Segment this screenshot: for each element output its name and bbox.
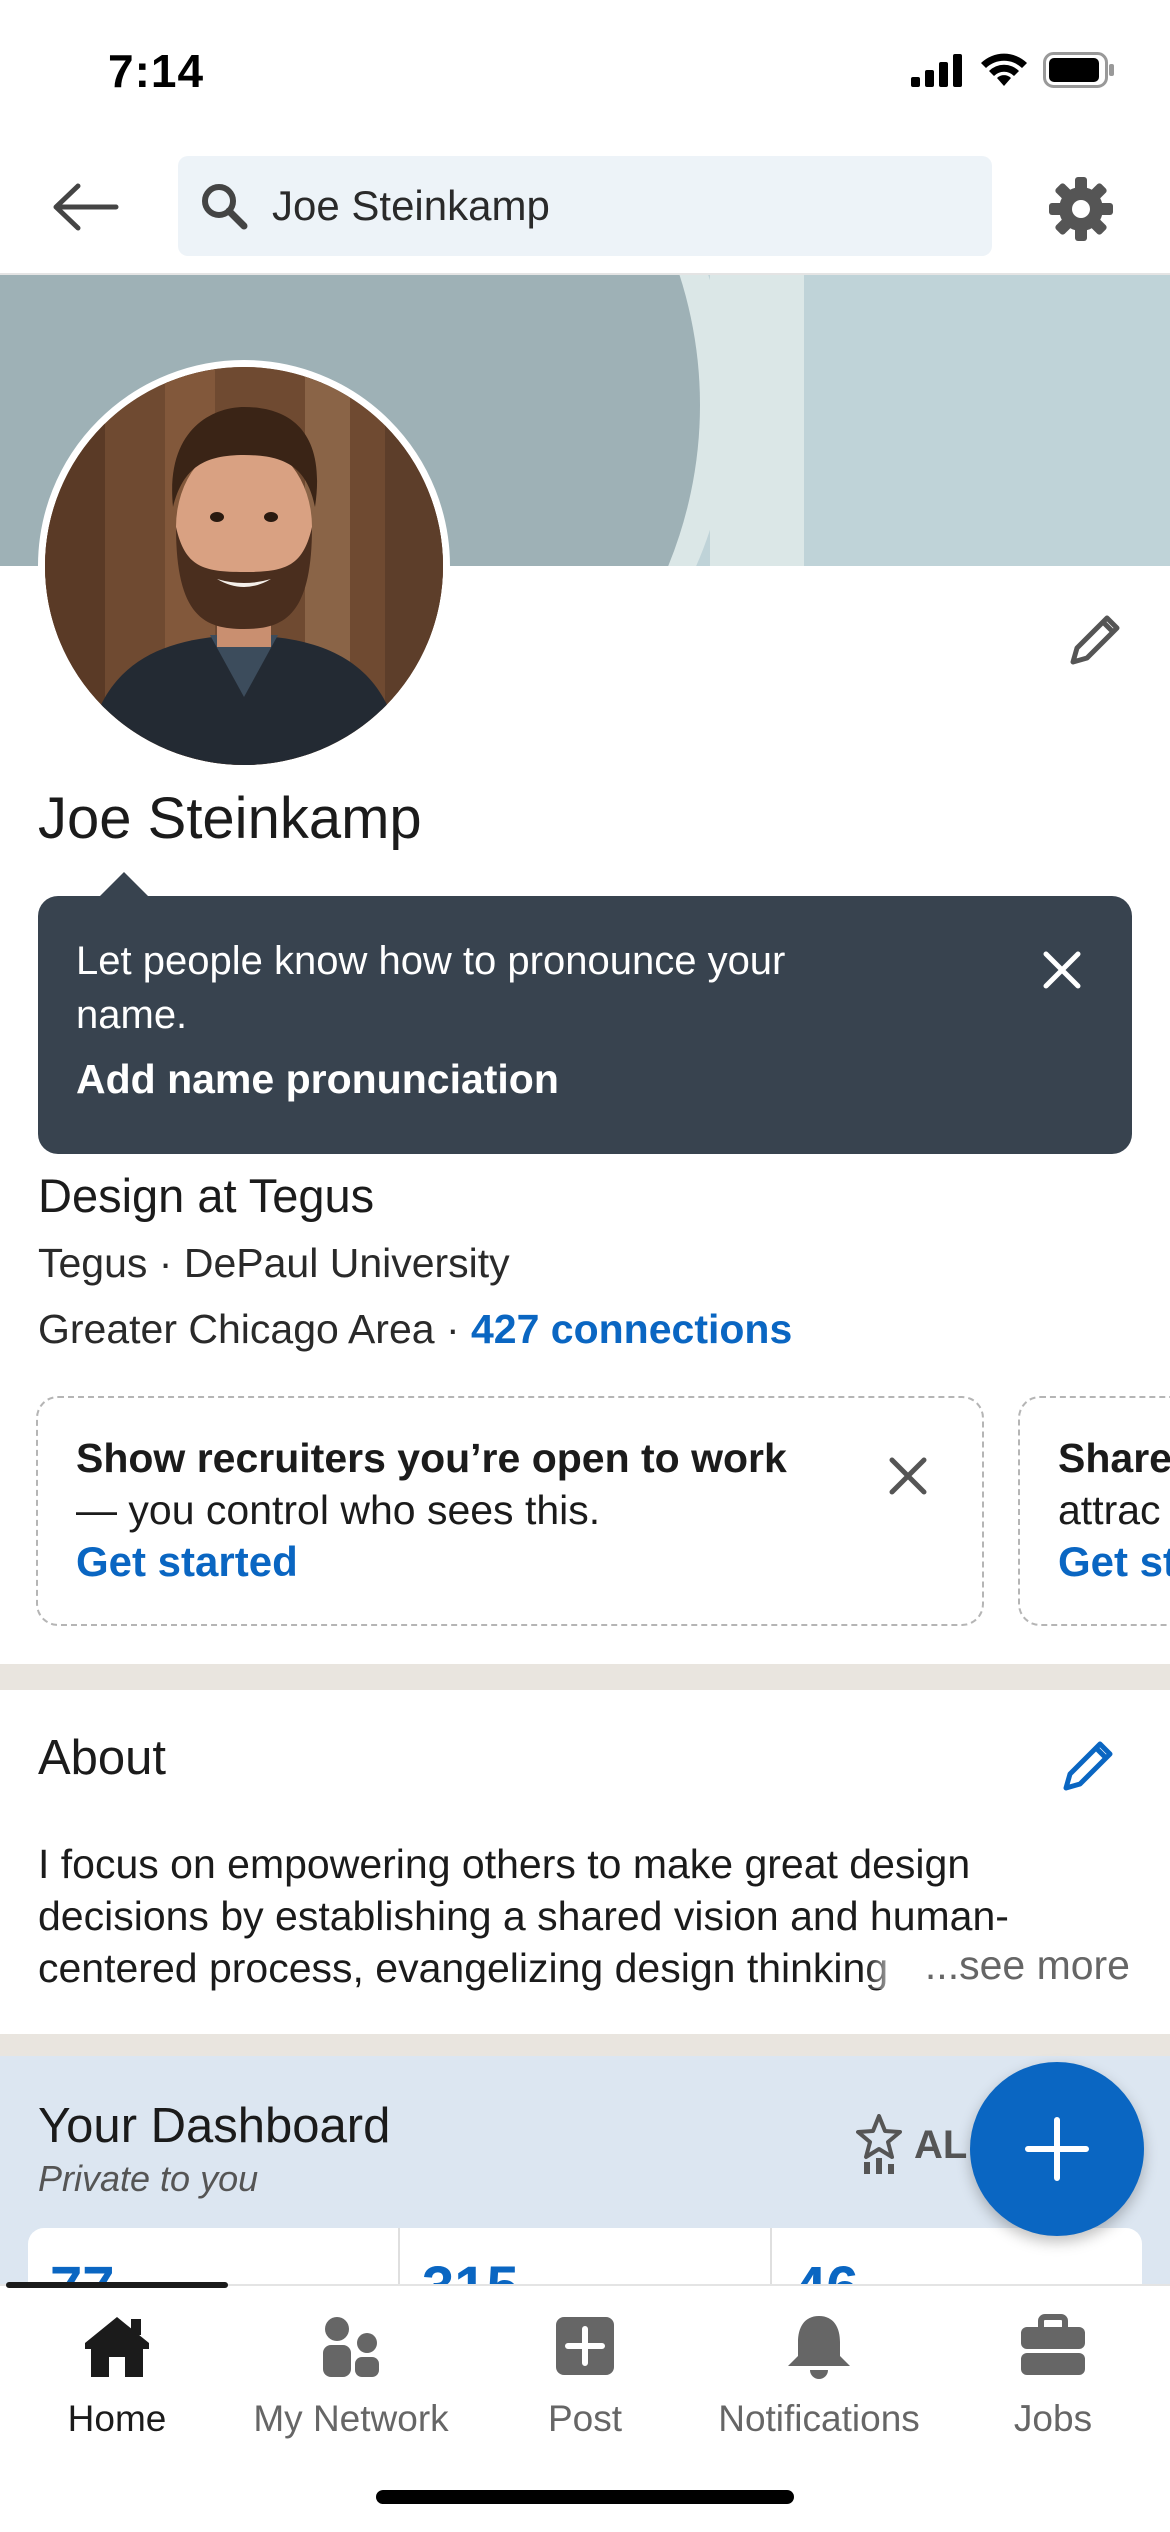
open-to-work-title: Show recruiters you’re open to work bbox=[76, 1435, 787, 1481]
bell-icon bbox=[779, 2306, 859, 2386]
arrow-left-icon bbox=[53, 183, 119, 231]
profile-location-line: Greater Chicago Area · 427 connections bbox=[38, 1306, 792, 1353]
status-icons bbox=[911, 52, 1115, 88]
status-bar: 7:14 bbox=[0, 0, 1170, 150]
settings-button[interactable] bbox=[1040, 168, 1122, 250]
dashboard-subtitle: Private to you bbox=[38, 2158, 259, 2199]
pencil-icon bbox=[1070, 615, 1120, 665]
avatar[interactable] bbox=[38, 360, 450, 772]
back-button[interactable] bbox=[40, 172, 130, 242]
plus-icon bbox=[1025, 2117, 1089, 2181]
home-icon bbox=[77, 2306, 157, 2386]
tab-post[interactable]: Post bbox=[468, 2296, 702, 2446]
search-icon bbox=[194, 176, 254, 236]
get-started-link[interactable]: Get started bbox=[76, 1538, 298, 1586]
status-time: 7:14 bbox=[108, 45, 205, 97]
tab-home-label: Home bbox=[67, 2398, 167, 2439]
share-card: Share attrac Get st bbox=[1018, 1396, 1170, 1626]
profile-education-company: Tegus · DePaul University bbox=[38, 1240, 510, 1286]
tab-my-network-label: My Network bbox=[253, 2398, 449, 2439]
tab-my-network[interactable]: My Network bbox=[234, 2296, 468, 2446]
open-to-work-description: — you control who sees this. bbox=[76, 1487, 601, 1533]
tab-post-label: Post bbox=[547, 2398, 623, 2439]
profile-location: Greater Chicago Area · bbox=[38, 1306, 471, 1352]
tooltip-message: Let people know how to pronounce your na… bbox=[76, 939, 786, 1037]
home-indicator bbox=[376, 2490, 794, 2504]
see-more-link[interactable]: ...see more bbox=[864, 1942, 1130, 1989]
battery-icon bbox=[1043, 52, 1114, 88]
profile-photo bbox=[45, 367, 443, 765]
profile-headline: Design at Tegus bbox=[38, 1169, 375, 1222]
share-card-description: attrac bbox=[1058, 1487, 1161, 1533]
add-name-pronunciation-link[interactable]: Add name pronunciation bbox=[76, 1056, 559, 1103]
top-nav: Joe Steinkamp bbox=[0, 150, 1170, 275]
wifi-icon bbox=[981, 53, 1027, 86]
edit-about-button[interactable] bbox=[1048, 1726, 1128, 1806]
search-query: Joe Steinkamp bbox=[272, 182, 550, 229]
gear-icon bbox=[1049, 177, 1113, 241]
edit-intro-button[interactable] bbox=[1055, 600, 1135, 680]
tab-jobs[interactable]: Jobs bbox=[936, 2296, 1170, 2446]
close-icon bbox=[1043, 951, 1081, 989]
profile-name: Joe Steinkamp bbox=[38, 786, 422, 851]
add-section-fab[interactable] bbox=[970, 2062, 1144, 2236]
close-icon bbox=[889, 1457, 927, 1495]
tab-notifications-label: Notifications bbox=[718, 2398, 920, 2439]
all-star-badge[interactable]: AL bbox=[856, 2114, 967, 2176]
active-tab-indicator bbox=[6, 2282, 228, 2288]
card-close-button[interactable] bbox=[878, 1446, 938, 1506]
section-divider bbox=[0, 1664, 1170, 1690]
pronunciation-tooltip: Let people know how to pronounce your na… bbox=[38, 872, 1132, 1154]
open-to-work-text: Show recruiters you’re open to work — yo… bbox=[76, 1432, 836, 1536]
open-to-work-card: Show recruiters you’re open to work — yo… bbox=[36, 1396, 984, 1626]
search-input[interactable]: Joe Steinkamp bbox=[178, 156, 992, 256]
network-icon bbox=[311, 2306, 391, 2386]
share-card-link[interactable]: Get st bbox=[1058, 1538, 1170, 1586]
about-title: About bbox=[38, 1731, 167, 1785]
all-star-label: AL bbox=[914, 2122, 968, 2167]
briefcase-icon bbox=[1013, 2306, 1093, 2386]
about-section: About I focus on empowering others to ma… bbox=[0, 1690, 1170, 2034]
section-divider bbox=[0, 2034, 1170, 2056]
tab-jobs-label: Jobs bbox=[1013, 2398, 1093, 2439]
dashboard-title: Your Dashboard bbox=[38, 2099, 391, 2153]
tooltip-close-button[interactable] bbox=[1032, 940, 1092, 1000]
star-icon bbox=[856, 2114, 902, 2174]
share-card-text: Share attrac bbox=[1058, 1432, 1170, 1536]
connections-link[interactable]: 427 connections bbox=[471, 1306, 792, 1352]
tab-notifications[interactable]: Notifications bbox=[702, 2296, 936, 2446]
tab-home[interactable]: Home bbox=[0, 2296, 234, 2446]
pencil-icon bbox=[1063, 1741, 1113, 1791]
post-icon bbox=[545, 2306, 625, 2386]
share-card-title: Share bbox=[1058, 1435, 1170, 1481]
cellular-signal-icon bbox=[911, 54, 962, 87]
